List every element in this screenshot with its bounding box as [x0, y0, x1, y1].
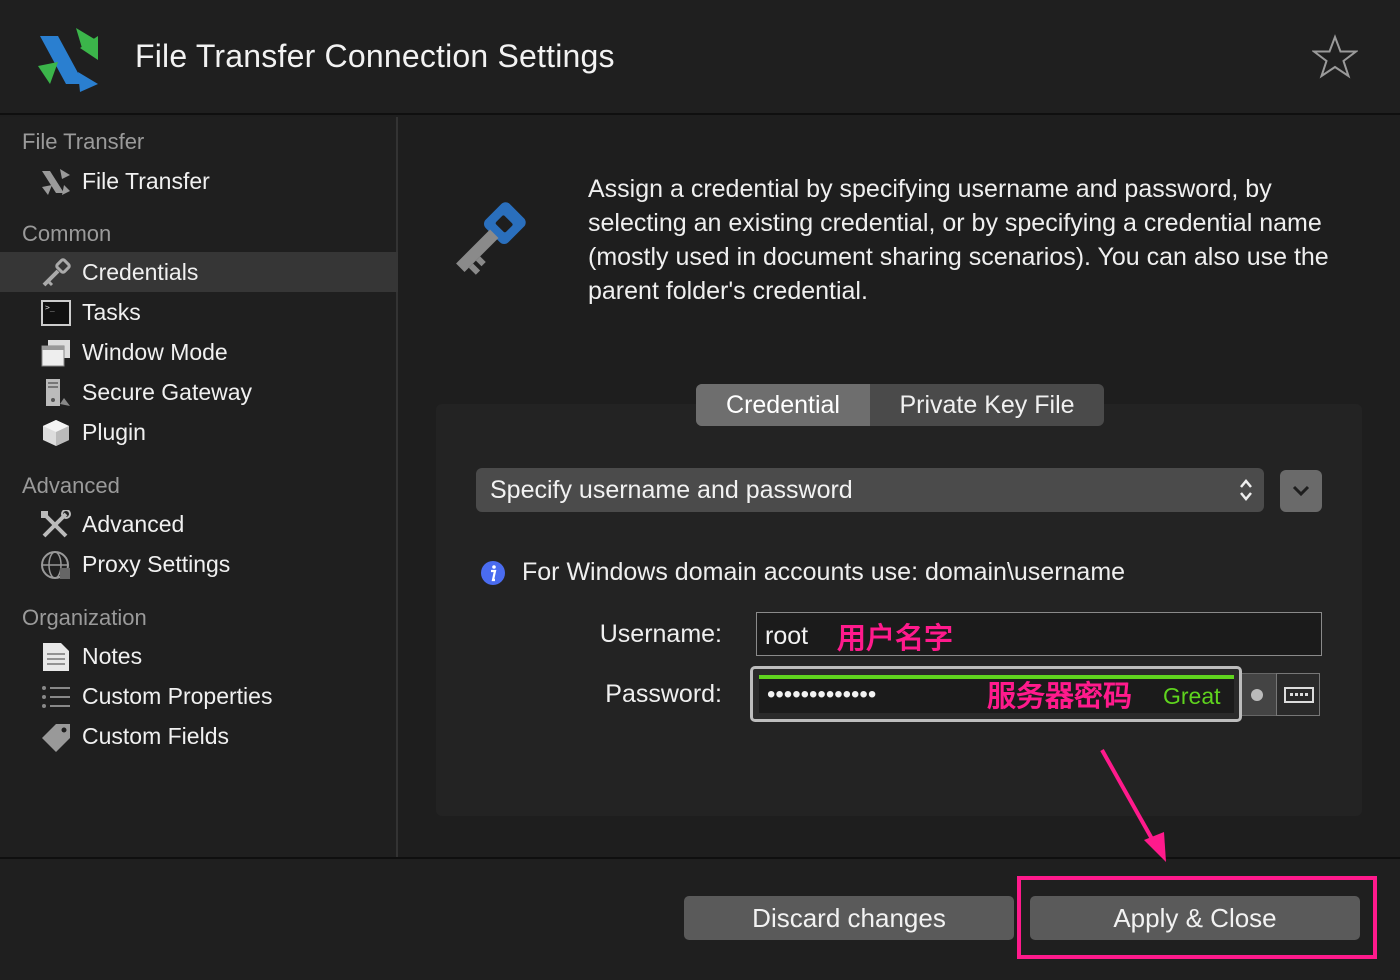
tools-icon	[41, 510, 71, 538]
chevron-updown-icon	[1240, 479, 1252, 501]
sidebar-section-advanced: Advanced	[22, 473, 120, 498]
sidebar-item-notes[interactable]: Notes	[0, 636, 398, 676]
keyboard-icon	[1284, 687, 1314, 703]
password-field-frame: ••••••••••••• 服务器密码 Great	[750, 666, 1242, 722]
apply-close-button[interactable]: Apply & Close	[1030, 896, 1360, 940]
plugin-cube-icon	[43, 420, 69, 446]
password-generator-button[interactable]	[1276, 673, 1320, 716]
discard-changes-button[interactable]: Discard changes	[684, 896, 1014, 940]
sidebar-item-custom-fields[interactable]: Custom Fields	[0, 716, 398, 756]
sidebar-section-file-transfer: File Transfer	[22, 129, 145, 154]
terminal-icon: >_	[41, 300, 71, 326]
header: File Transfer Connection Settings	[0, 0, 1400, 115]
list-icon	[42, 686, 70, 708]
sidebar-item-custom-properties[interactable]: Custom Properties	[0, 676, 398, 716]
server-icon	[46, 379, 70, 406]
username-value: root	[765, 622, 809, 650]
sidebar-item-label: Custom Fields	[82, 723, 229, 749]
tag-icon	[42, 724, 70, 752]
chevron-down-icon	[1292, 485, 1310, 497]
window-title: File Transfer Connection Settings	[135, 38, 615, 74]
password-strength-label: Great	[1163, 683, 1221, 709]
sidebar: File Transfer File Transfer Common Crede…	[0, 117, 398, 857]
info-icon	[481, 561, 505, 585]
sidebar-item-label: Notes	[82, 643, 143, 669]
sidebar-item-label: Proxy Settings	[82, 551, 231, 577]
window-icon	[41, 340, 70, 367]
file-transfer-icon	[42, 169, 70, 195]
credential-mode-select[interactable]: Specify username and password	[476, 468, 1264, 512]
sidebar-item-window-mode[interactable]: Window Mode	[0, 332, 398, 372]
key-icon	[42, 258, 71, 287]
password-label: Password:	[605, 680, 722, 708]
sidebar-item-label: Secure Gateway	[82, 379, 253, 405]
sidebar-item-tasks[interactable]: >_ Tasks	[0, 292, 398, 332]
sidebar-item-label: Tasks	[82, 299, 141, 325]
sidebar-item-label: Advanced	[82, 511, 185, 537]
credential-tab-bar: Credential Private Key File	[696, 384, 1104, 426]
tab-credential[interactable]: Credential	[696, 384, 870, 426]
sidebar-item-label: Plugin	[82, 419, 146, 445]
show-password-toggle[interactable]	[1242, 673, 1276, 716]
toggle-dot-icon	[1251, 689, 1263, 701]
tab-private-key-file[interactable]: Private Key File	[870, 384, 1104, 426]
password-field[interactable]: ••••••••••••• 服务器密码 Great	[759, 675, 1234, 713]
sidebar-item-label: File Transfer	[82, 168, 210, 194]
svg-text:>_: >_	[45, 303, 55, 312]
sidebar-item-proxy-settings[interactable]: Proxy Settings	[0, 544, 398, 584]
sidebar-item-advanced[interactable]: Advanced	[0, 504, 398, 544]
username-annotation: 用户名字	[837, 623, 954, 655]
credential-panel	[436, 404, 1362, 816]
sidebar-item-file-transfer[interactable]: File Transfer	[0, 161, 398, 201]
app-logo-icon	[38, 28, 98, 92]
username-label: Username:	[599, 620, 722, 648]
credential-options-button[interactable]	[1280, 470, 1322, 512]
username-field[interactable]: root 用户名字	[756, 612, 1322, 656]
notes-icon	[43, 643, 69, 671]
credential-description: Assign a credential by specifying userna…	[588, 175, 1329, 305]
password-annotation: 服务器密码	[987, 681, 1133, 713]
sidebar-section-common: Common	[22, 221, 112, 246]
credential-mode-value: Specify username and password	[490, 476, 853, 504]
password-value: •••••••••••••	[767, 681, 877, 708]
sidebar-item-secure-gateway[interactable]: Secure Gateway	[0, 372, 398, 412]
favorite-star-icon[interactable]	[1312, 34, 1358, 80]
credential-key-icon	[456, 202, 526, 275]
sidebar-item-plugin[interactable]: Plugin	[0, 412, 398, 452]
sidebar-item-label: Window Mode	[82, 339, 228, 365]
sidebar-item-label: Credentials	[82, 259, 199, 285]
globe-icon	[41, 551, 70, 579]
sidebar-section-organization: Organization	[22, 605, 147, 630]
sidebar-item-credentials[interactable]: Credentials	[0, 252, 398, 292]
sidebar-item-label: Custom Properties	[82, 683, 273, 709]
domain-hint-text: For Windows domain accounts use: domain\…	[522, 558, 1126, 586]
